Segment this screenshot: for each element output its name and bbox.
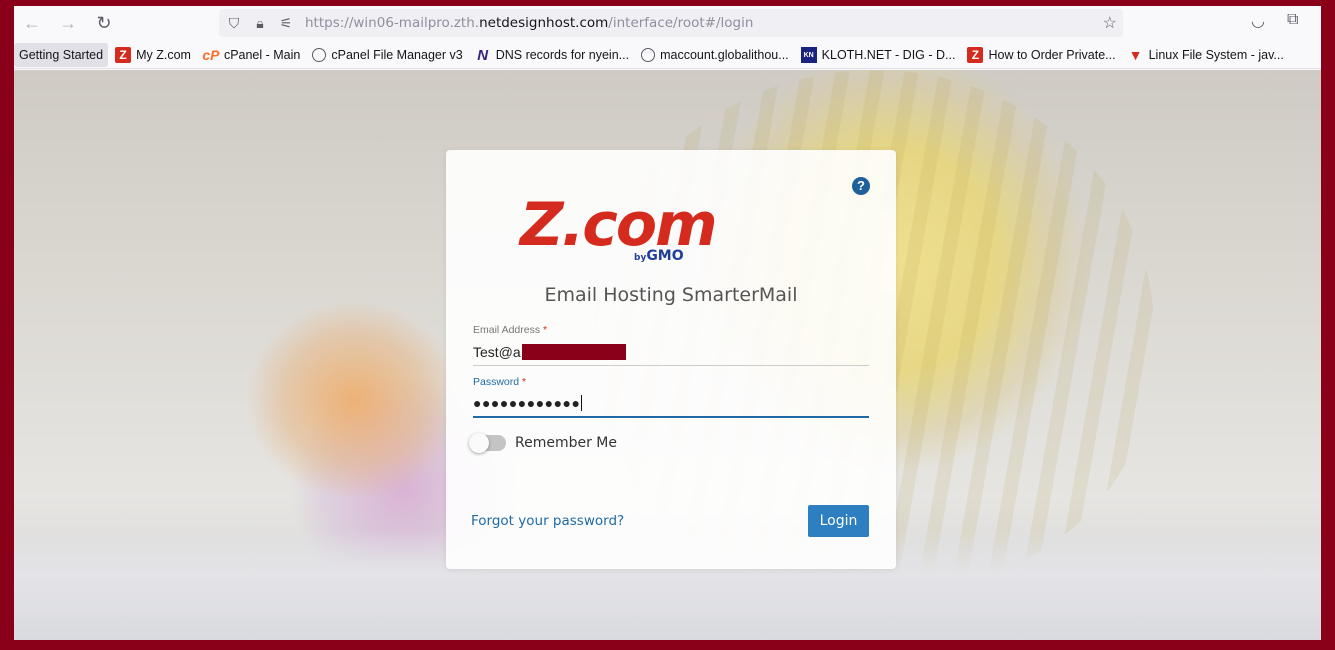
remember-me-toggle[interactable] (469, 433, 506, 453)
address-bar[interactable]: ⛉ 🔒︎ ⚟ https://win06-mailpro.zth.netdesi… (219, 9, 1123, 37)
extensions-icon[interactable]: ⧉ (1287, 11, 1298, 29)
zcom-logo: Z.com byGMO (520, 190, 824, 266)
bookmark-label: cPanel File Manager v3 (331, 48, 463, 62)
triangle-icon: ▼ (1128, 47, 1143, 63)
pocket-icon[interactable]: ◡ (1251, 11, 1265, 31)
login-button[interactable]: Login (808, 505, 869, 537)
kloth-icon: KN (800, 47, 817, 63)
cpanel-icon: cP (202, 47, 220, 63)
bookmark-dns-records[interactable]: N DNS records for nyein... (470, 43, 634, 67)
lock-icon[interactable]: 🔒︎ (249, 15, 271, 32)
email-label: Email Address * (473, 324, 548, 336)
bookmark-label: Getting Started (19, 48, 104, 62)
url-text[interactable]: https://win06-mailpro.zth.netdesignhost.… (305, 15, 753, 31)
text-caret (581, 395, 583, 411)
password-input[interactable]: ●●●●●●●●●●●● (473, 390, 869, 418)
bookmark-label: How to Order Private... (988, 48, 1116, 62)
login-card: ? Z.com byGMO Email Hosting SmarterMail … (446, 150, 896, 569)
page-title: Email Hosting SmarterMail (544, 284, 798, 306)
logo-byline: byGMO (634, 248, 684, 264)
bookmark-label: cPanel - Main (223, 48, 301, 62)
zcom-icon: Z (115, 47, 132, 63)
email-input[interactable]: Test@a (473, 338, 869, 366)
bookmark-how-to-order[interactable]: Z How to Order Private... (962, 43, 1120, 67)
browser-window: ← → ↻ ⛉ 🔒︎ ⚟ https://win06-mailpro.zth.n… (14, 6, 1321, 640)
reload-button[interactable]: ↻ (90, 9, 118, 37)
bookmark-label: KLOTH.NET - DIG - D... (821, 48, 956, 62)
logo-text: Z.com (520, 190, 718, 260)
globe-icon (641, 48, 656, 62)
bookmark-cpanel-file-manager[interactable]: cPanel File Manager v3 (307, 43, 467, 67)
bookmark-linux-file-system[interactable]: ▼ Linux File System - jav... (1123, 43, 1289, 67)
back-button[interactable]: ← (18, 9, 46, 37)
bookmark-label: DNS records for nyein... (495, 48, 630, 62)
redaction-block (521, 343, 626, 360)
bookmark-kloth[interactable]: KN KLOTH.NET - DIG - D... (796, 43, 961, 67)
bookmarks-bar: Getting Started Z My Z.com cP cPanel - M… (14, 42, 1321, 69)
bookmark-my-zcom[interactable]: Z My Z.com (110, 43, 196, 67)
forward-button[interactable]: → (54, 9, 82, 37)
browser-toolbar: ← → ↻ ⛉ 🔒︎ ⚟ https://win06-mailpro.zth.n… (14, 6, 1321, 40)
n-icon: N (477, 46, 489, 64)
help-icon[interactable]: ? (852, 177, 870, 195)
globe-icon (312, 48, 327, 62)
bookmark-label: Linux File System - jav... (1148, 48, 1284, 62)
bookmark-cpanel-main[interactable]: cP cPanel - Main (198, 43, 305, 67)
forgot-password-link[interactable]: Forgot your password? (471, 513, 624, 529)
email-field[interactable]: Email Address * Test@a (473, 324, 869, 366)
password-field[interactable]: Password * ●●●●●●●●●●●● (473, 376, 869, 418)
permissions-icon[interactable]: ⚟ (275, 15, 297, 32)
shield-icon[interactable]: ⛉ (223, 15, 245, 32)
password-label: Password * (473, 376, 527, 388)
remember-me-label: Remember Me (515, 435, 617, 451)
bookmark-label: My Z.com (136, 48, 191, 62)
zcom-icon: Z (967, 47, 984, 63)
remember-me-row[interactable]: Remember Me (469, 433, 617, 453)
bookmark-getting-started[interactable]: Getting Started (14, 43, 109, 67)
login-page: ? Z.com byGMO Email Hosting SmarterMail … (14, 70, 1321, 640)
bookmark-maccount[interactable]: maccount.globalithou... (636, 43, 794, 67)
bookmark-label: maccount.globalithou... (660, 48, 789, 62)
bookmark-star-icon[interactable]: ☆ (1103, 13, 1117, 33)
